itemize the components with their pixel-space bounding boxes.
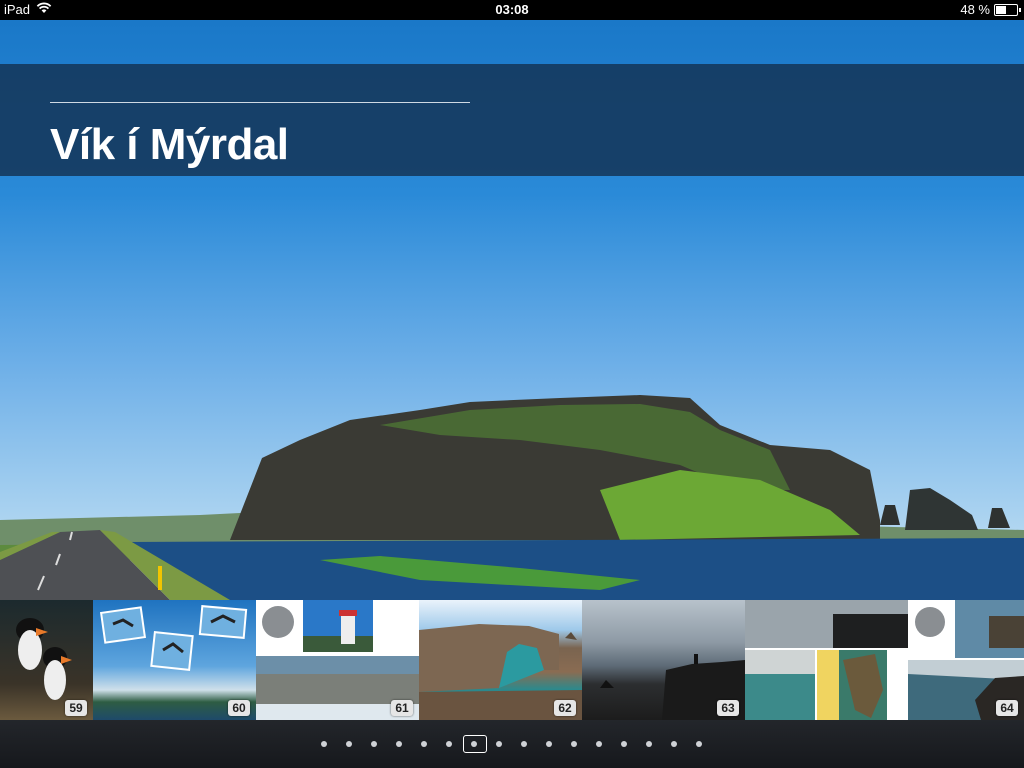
page-dot[interactable] <box>687 735 712 753</box>
page-title: Vík í Mýrdal <box>50 120 289 169</box>
thumbnail-page-64[interactable]: 64 <box>745 600 1024 720</box>
page-dot[interactable] <box>562 735 587 753</box>
thumbnail-page-62[interactable]: 62 <box>419 600 582 720</box>
page-dot[interactable] <box>512 735 537 753</box>
page-dot[interactable] <box>537 735 562 753</box>
thumbnail-page-60[interactable]: 60 <box>93 600 256 720</box>
battery-icon <box>994 3 1021 16</box>
active-page-ring <box>463 735 487 753</box>
page-dot[interactable] <box>337 735 362 753</box>
page-number-badge: 59 <box>65 700 87 716</box>
page-number-badge: 63 <box>717 700 739 716</box>
title-banner: Vík í Mýrdal <box>0 64 1024 176</box>
page-number-badge: 61 <box>391 700 413 716</box>
thumbnail-page-61[interactable]: 61 <box>256 600 419 720</box>
page-dot[interactable] <box>437 735 462 753</box>
page-dot[interactable] <box>487 735 512 753</box>
page-dot[interactable] <box>612 735 637 753</box>
page-dot[interactable] <box>662 735 687 753</box>
page-dot-active[interactable] <box>462 735 487 753</box>
page-indicator-bar <box>0 720 1024 768</box>
page-dot[interactable] <box>587 735 612 753</box>
beach-layout-image <box>745 600 1024 720</box>
thumbnail-strip: 59 60 61 62 63 64 <box>0 600 1024 720</box>
page-number-badge: 64 <box>996 700 1018 716</box>
page-number-badge: 62 <box>554 700 576 716</box>
status-bar: iPad 03:08 48 % <box>0 0 1024 20</box>
title-divider <box>50 102 470 103</box>
page-dot[interactable] <box>412 735 437 753</box>
page-dot[interactable] <box>312 735 337 753</box>
thumbnail-page-63[interactable]: 63 <box>582 600 745 720</box>
page-dot[interactable] <box>362 735 387 753</box>
page-dot[interactable] <box>387 735 412 753</box>
thumbnail-page-59[interactable]: 59 <box>0 600 93 720</box>
page-number-badge: 60 <box>228 700 250 716</box>
clock: 03:08 <box>495 2 529 17</box>
page-dot[interactable] <box>637 735 662 753</box>
battery-percent: 48 % <box>960 2 990 17</box>
page-dots[interactable] <box>0 735 1024 753</box>
hero-image[interactable]: Vík í Mýrdal <box>0 20 1024 600</box>
